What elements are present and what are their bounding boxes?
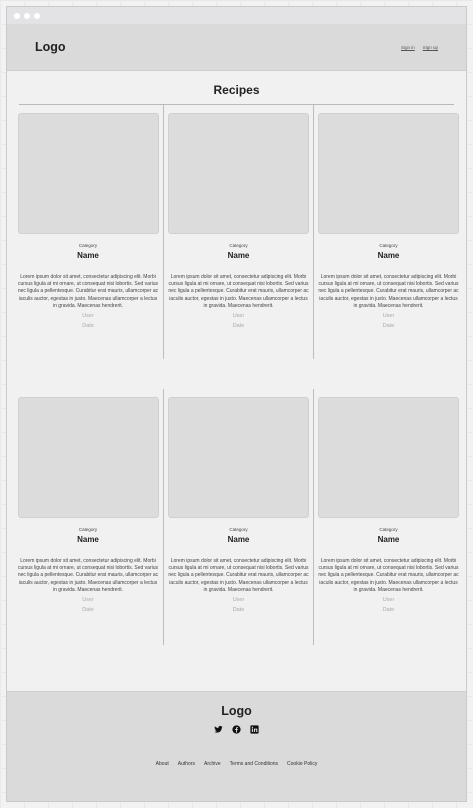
recipe-category: Category (229, 527, 248, 532)
recipe-description: Lorem ipsum dolor sit amet, consectetur … (168, 558, 309, 593)
recipe-date: Date (82, 607, 94, 614)
recipe-card[interactable]: Category Name Lorem ipsum dolor sit amet… (313, 389, 463, 645)
recipe-description: Lorem ipsum dolor sit amet, consectetur … (17, 274, 159, 309)
recipe-name[interactable]: Name (228, 251, 250, 260)
recipe-date: Date (82, 323, 94, 330)
recipe-image[interactable] (168, 113, 309, 234)
sign-in-link[interactable]: Sign in (401, 45, 415, 50)
recipe-card[interactable]: Category Name Lorem ipsum dolor sit amet… (163, 389, 313, 645)
recipe-description: Lorem ipsum dolor sit amet, consectetur … (17, 558, 159, 593)
recipe-category: Category (78, 243, 98, 248)
recipe-date: Date (232, 607, 245, 614)
recipe-card[interactable]: Category Name Lorem ipsum dolor sit amet… (313, 105, 463, 359)
recipe-user: User (382, 313, 395, 320)
footer-link-authors[interactable]: Authors (178, 761, 195, 767)
recipe-name[interactable]: Name (77, 251, 99, 260)
header-logo[interactable]: Logo (35, 40, 66, 54)
recipe-grid: Category Name Lorem ipsum dolor sit amet… (13, 105, 466, 645)
footer-link-archive[interactable]: Archive (204, 761, 221, 767)
recipe-date: Date (382, 607, 395, 614)
recipe-name[interactable]: Name (378, 251, 400, 260)
linkedin-icon[interactable] (250, 725, 259, 734)
window-minimize-dot[interactable] (24, 12, 30, 19)
recipe-name[interactable]: Name (77, 535, 99, 544)
recipe-date: Date (232, 323, 245, 330)
footer-link-about[interactable]: About (156, 761, 169, 767)
window-maximize-dot[interactable] (34, 12, 40, 19)
footer-link-terms[interactable]: Terms and Conditions (230, 761, 278, 767)
social-links (214, 725, 259, 734)
recipe-image[interactable] (17, 113, 159, 234)
window-close-dot[interactable] (14, 12, 20, 19)
recipe-user: User (82, 313, 94, 320)
recipe-name[interactable]: Name (378, 535, 400, 544)
recipe-description: Lorem ipsum dolor sit amet, consectetur … (318, 558, 459, 593)
window-titlebar (7, 7, 466, 24)
recipe-image[interactable] (318, 397, 459, 518)
recipe-date: Date (382, 323, 395, 330)
recipe-category: Category (229, 243, 248, 248)
recipe-user: User (82, 597, 94, 604)
footer-logo[interactable]: Logo (221, 704, 252, 718)
recipe-card[interactable]: Category Name Lorem ipsum dolor sit amet… (163, 105, 313, 359)
recipe-description: Lorem ipsum dolor sit amet, consectetur … (168, 274, 309, 309)
recipe-name[interactable]: Name (228, 535, 250, 544)
recipe-description: Lorem ipsum dolor sit amet, consectetur … (318, 274, 459, 309)
footer-nav: About Authors Archive Terms and Conditio… (156, 761, 318, 767)
recipe-user: User (232, 597, 245, 604)
recipe-image[interactable] (168, 397, 309, 518)
recipe-image[interactable] (318, 113, 459, 234)
recipe-user: User (382, 597, 395, 604)
footer-link-cookie-policy[interactable]: Cookie Policy (287, 761, 317, 767)
recipe-card[interactable]: Category Name Lorem ipsum dolor sit amet… (13, 389, 163, 645)
site-header: Logo Sign in Sign up (7, 24, 466, 71)
facebook-icon[interactable] (232, 725, 241, 734)
auth-links: Sign in Sign up (401, 45, 438, 50)
recipe-user: User (232, 313, 245, 320)
recipe-image[interactable] (17, 397, 159, 518)
recipe-category: Category (379, 527, 398, 532)
recipe-category: Category (379, 243, 398, 248)
page-title: Recipes (213, 83, 260, 97)
recipe-category: Category (78, 527, 98, 532)
recipe-card[interactable]: Category Name Lorem ipsum dolor sit amet… (13, 105, 163, 359)
sign-up-link[interactable]: Sign up (423, 45, 438, 50)
twitter-icon[interactable] (214, 725, 223, 734)
site-footer: Logo About Authors Archive Terms and Con… (7, 691, 466, 801)
browser-window: Logo Sign in Sign up Recipes Category Na… (6, 6, 467, 802)
